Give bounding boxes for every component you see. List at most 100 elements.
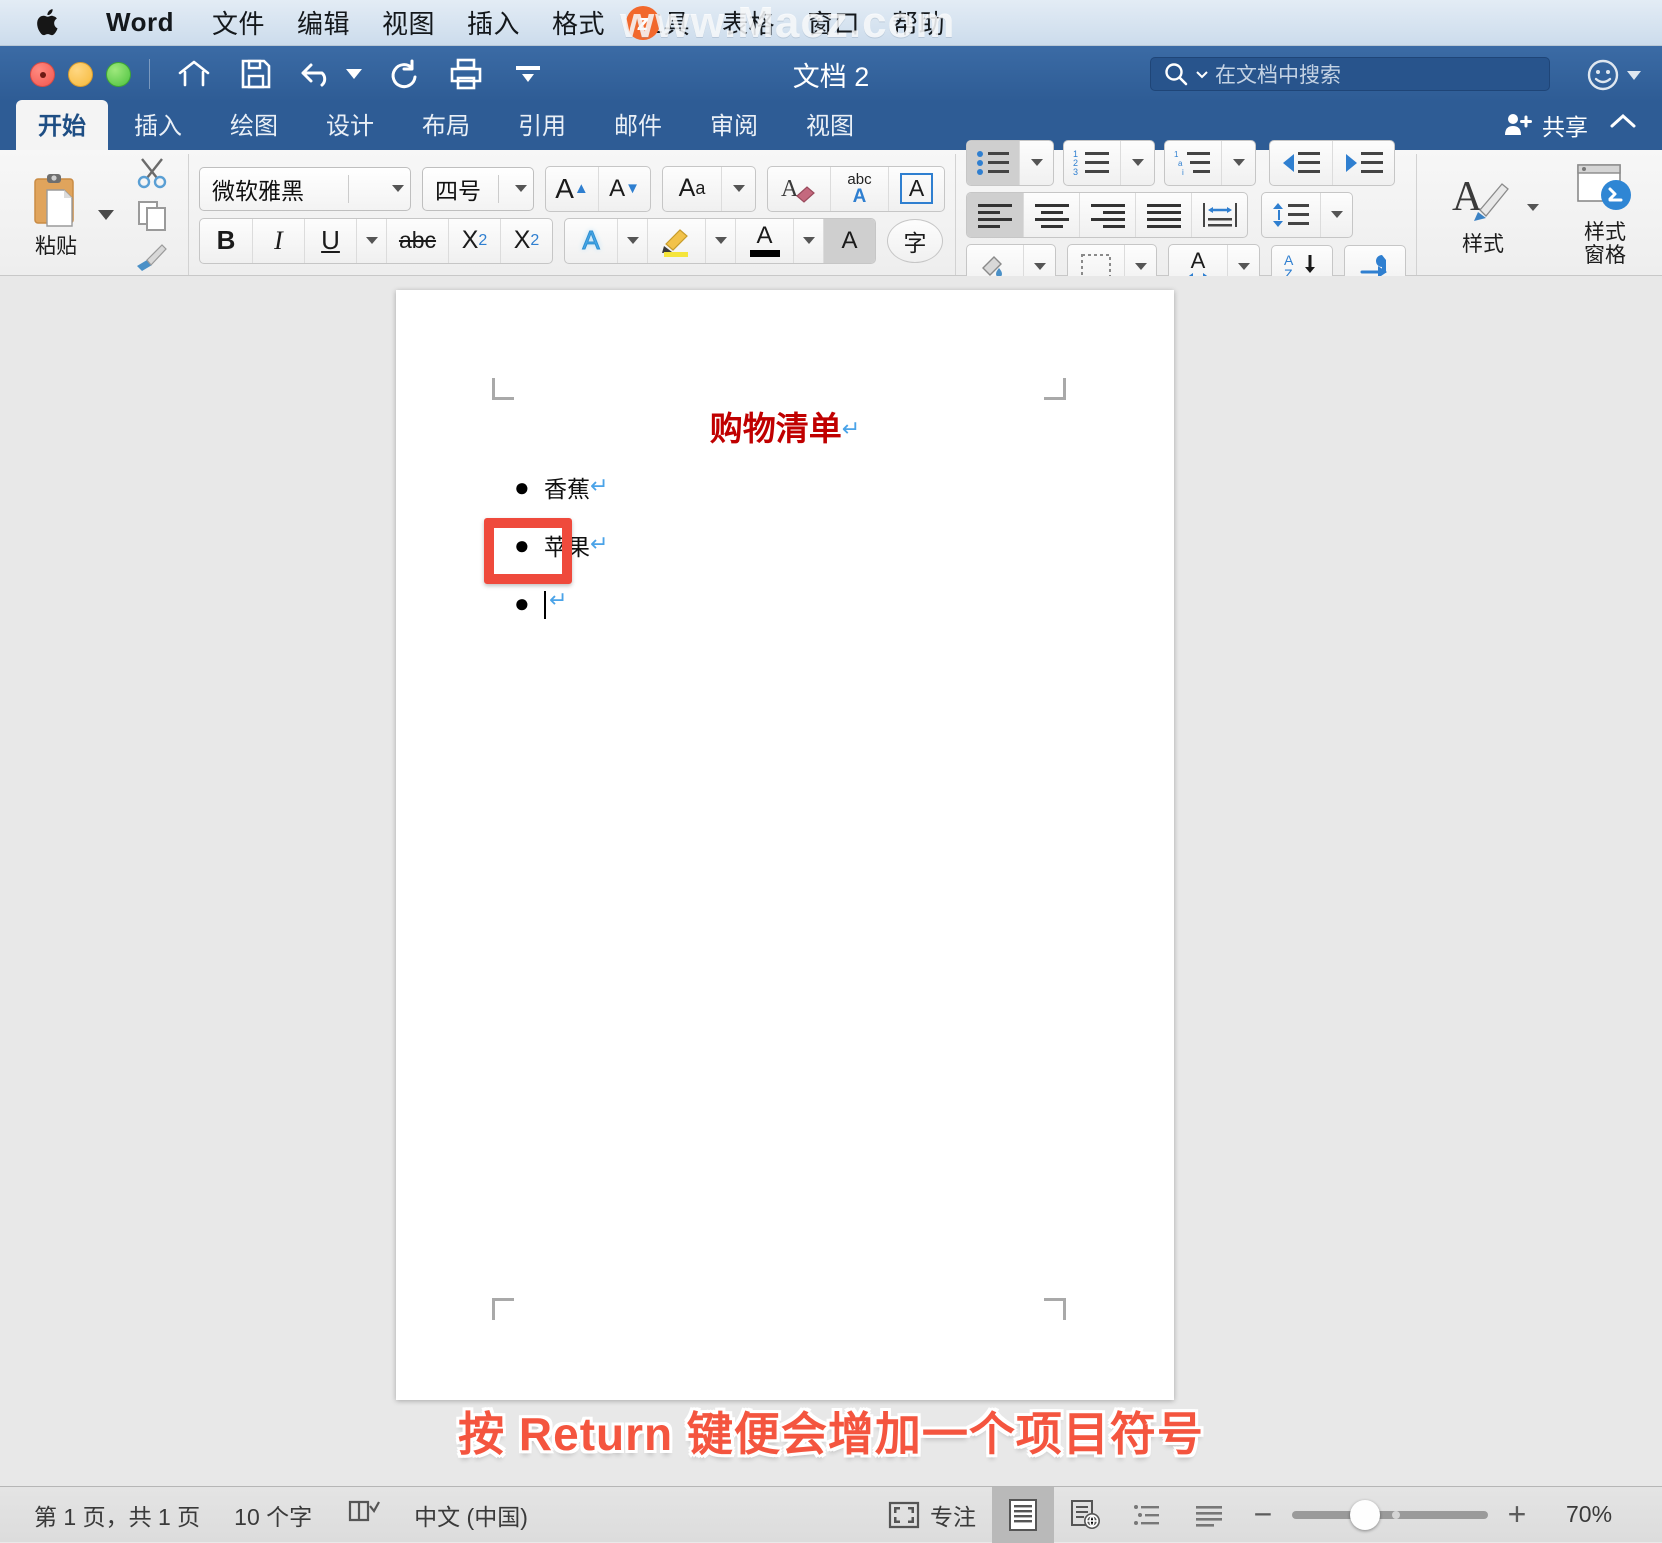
paste-dropdown-icon[interactable]: [98, 210, 114, 220]
zoom-control[interactable]: − + 70%: [1250, 1496, 1640, 1533]
tab-布局[interactable]: 布局: [400, 100, 492, 150]
numbering-button[interactable]: 123: [1064, 141, 1120, 185]
proofing-check-icon[interactable]: [346, 1498, 380, 1532]
menu-item-3[interactable]: 视图: [366, 4, 451, 41]
word-count[interactable]: 10 个字: [234, 1498, 312, 1532]
italic-button[interactable]: I: [252, 219, 304, 263]
menu-item-1[interactable]: 文件: [196, 4, 281, 41]
menu-item-9[interactable]: 帮助: [876, 4, 961, 41]
tab-插入[interactable]: 插入: [112, 100, 204, 150]
multilevel-dropdown-icon[interactable]: [1221, 141, 1255, 185]
language-indicator[interactable]: 中文 (中国): [414, 1498, 528, 1532]
styles-dropdown-icon[interactable]: [1527, 204, 1539, 211]
styles-pane-button[interactable]: 样式 窗格: [1553, 162, 1657, 266]
home-icon[interactable]: [174, 54, 214, 94]
apple-logo-icon[interactable]: [34, 8, 60, 38]
redo-icon[interactable]: [384, 54, 424, 94]
format-painter-button[interactable]: [126, 239, 178, 275]
change-case-button[interactable]: Aa: [663, 167, 721, 211]
bold-button[interactable]: B: [200, 219, 252, 263]
styles-button[interactable]: A 样式: [1435, 172, 1531, 256]
list-item[interactable]: ●香蕉↵: [514, 466, 608, 508]
spelling-button[interactable]: abcA: [830, 167, 888, 211]
tab-引用[interactable]: 引用: [496, 100, 588, 150]
page-indicator[interactable]: 第 1 页，共 1 页: [34, 1498, 200, 1532]
undo-icon[interactable]: [298, 54, 338, 94]
menu-item-4[interactable]: 插入: [451, 4, 536, 41]
tab-绘图[interactable]: 绘图: [208, 100, 300, 150]
menu-item-8[interactable]: 窗口: [791, 4, 876, 41]
document-page[interactable]: 购物清单↵ ●香蕉↵●苹果↵●↵: [396, 290, 1174, 1400]
print-icon[interactable]: [446, 54, 486, 94]
copy-button[interactable]: [126, 197, 178, 233]
view-print-layout-button[interactable]: [992, 1487, 1054, 1543]
menu-item-2[interactable]: 编辑: [281, 4, 366, 41]
close-button[interactable]: [30, 62, 55, 87]
tab-开始[interactable]: 开始: [16, 100, 108, 150]
share-button[interactable]: 共享: [1504, 108, 1588, 142]
menu-item-7[interactable]: 表格: [706, 4, 791, 41]
font-color-button[interactable]: A: [735, 219, 793, 263]
character-shading-button[interactable]: A: [823, 219, 875, 263]
text-effects-button[interactable]: A: [565, 219, 617, 263]
view-web-layout-button[interactable]: [1054, 1487, 1116, 1543]
underline-dropdown-icon[interactable]: [356, 219, 386, 263]
collapse-ribbon-icon[interactable]: [1608, 111, 1638, 138]
numbering-dropdown-icon[interactable]: [1120, 141, 1154, 185]
search-bar[interactable]: 在文档中搜索: [1150, 57, 1550, 91]
grow-font-button[interactable]: A▲: [546, 167, 598, 211]
window-controls[interactable]: [30, 62, 131, 87]
clear-formatting-button[interactable]: A: [768, 167, 830, 211]
character-border-button[interactable]: A: [888, 167, 944, 211]
align-left-button[interactable]: [967, 193, 1023, 237]
minimize-button[interactable]: [68, 62, 93, 87]
distributed-button[interactable]: [1191, 193, 1247, 237]
strikethrough-button[interactable]: abc: [386, 219, 448, 263]
font-size-select[interactable]: 四号: [422, 167, 534, 211]
underline-button[interactable]: U: [304, 219, 356, 263]
highlight-button[interactable]: [647, 219, 705, 263]
undo-dropdown-icon[interactable]: [346, 69, 362, 79]
increase-indent-button[interactable]: [1332, 141, 1394, 185]
multilevel-list-button[interactable]: 1ai: [1165, 141, 1221, 185]
paste-button[interactable]: 粘贴: [8, 170, 104, 258]
font-color-dropdown-icon[interactable]: [793, 219, 823, 263]
feedback-smiley-button[interactable]: [1586, 58, 1642, 92]
search-input[interactable]: 在文档中搜索: [1215, 59, 1341, 89]
menu-item-5[interactable]: 格式: [536, 4, 621, 41]
tab-邮件[interactable]: 邮件: [592, 100, 684, 150]
maximize-button[interactable]: [106, 62, 131, 87]
list-item[interactable]: ●↵: [514, 582, 608, 624]
font-name-select[interactable]: 微软雅黑: [199, 167, 411, 211]
zoom-value[interactable]: 70%: [1566, 1501, 1640, 1528]
zoom-out-button[interactable]: −: [1250, 1496, 1276, 1533]
view-draft-button[interactable]: [1178, 1487, 1240, 1543]
align-right-button[interactable]: [1079, 193, 1135, 237]
superscript-button[interactable]: X2: [500, 219, 552, 263]
asian-layout-button[interactable]: 字: [887, 219, 943, 263]
focus-mode-button[interactable]: 专注: [888, 1498, 976, 1532]
zoom-slider-handle[interactable]: [1350, 1500, 1380, 1530]
line-spacing-dropdown-icon[interactable]: [1320, 193, 1352, 237]
bullets-button[interactable]: [967, 141, 1019, 185]
view-outline-button[interactable]: [1116, 1487, 1178, 1543]
change-case-dropdown-icon[interactable]: [721, 167, 755, 211]
customize-toolbar-icon[interactable]: [508, 54, 548, 94]
menu-item-0[interactable]: Word: [90, 7, 196, 38]
bullets-dropdown-icon[interactable]: [1019, 141, 1053, 185]
justify-button[interactable]: [1135, 193, 1191, 237]
decrease-indent-button[interactable]: [1270, 141, 1332, 185]
save-icon[interactable]: [236, 54, 276, 94]
tab-视图[interactable]: 视图: [784, 100, 876, 150]
shrink-font-button[interactable]: A▼: [598, 167, 650, 211]
tab-审阅[interactable]: 审阅: [688, 100, 780, 150]
align-center-button[interactable]: [1023, 193, 1079, 237]
line-spacing-button[interactable]: [1262, 193, 1320, 237]
zoom-in-button[interactable]: +: [1504, 1496, 1530, 1533]
zoom-slider[interactable]: [1292, 1511, 1488, 1519]
highlight-dropdown-icon[interactable]: [705, 219, 735, 263]
cut-button[interactable]: [126, 155, 178, 191]
text-effects-dropdown-icon[interactable]: [617, 219, 647, 263]
subscript-button[interactable]: X2: [448, 219, 500, 263]
tab-设计[interactable]: 设计: [304, 100, 396, 150]
